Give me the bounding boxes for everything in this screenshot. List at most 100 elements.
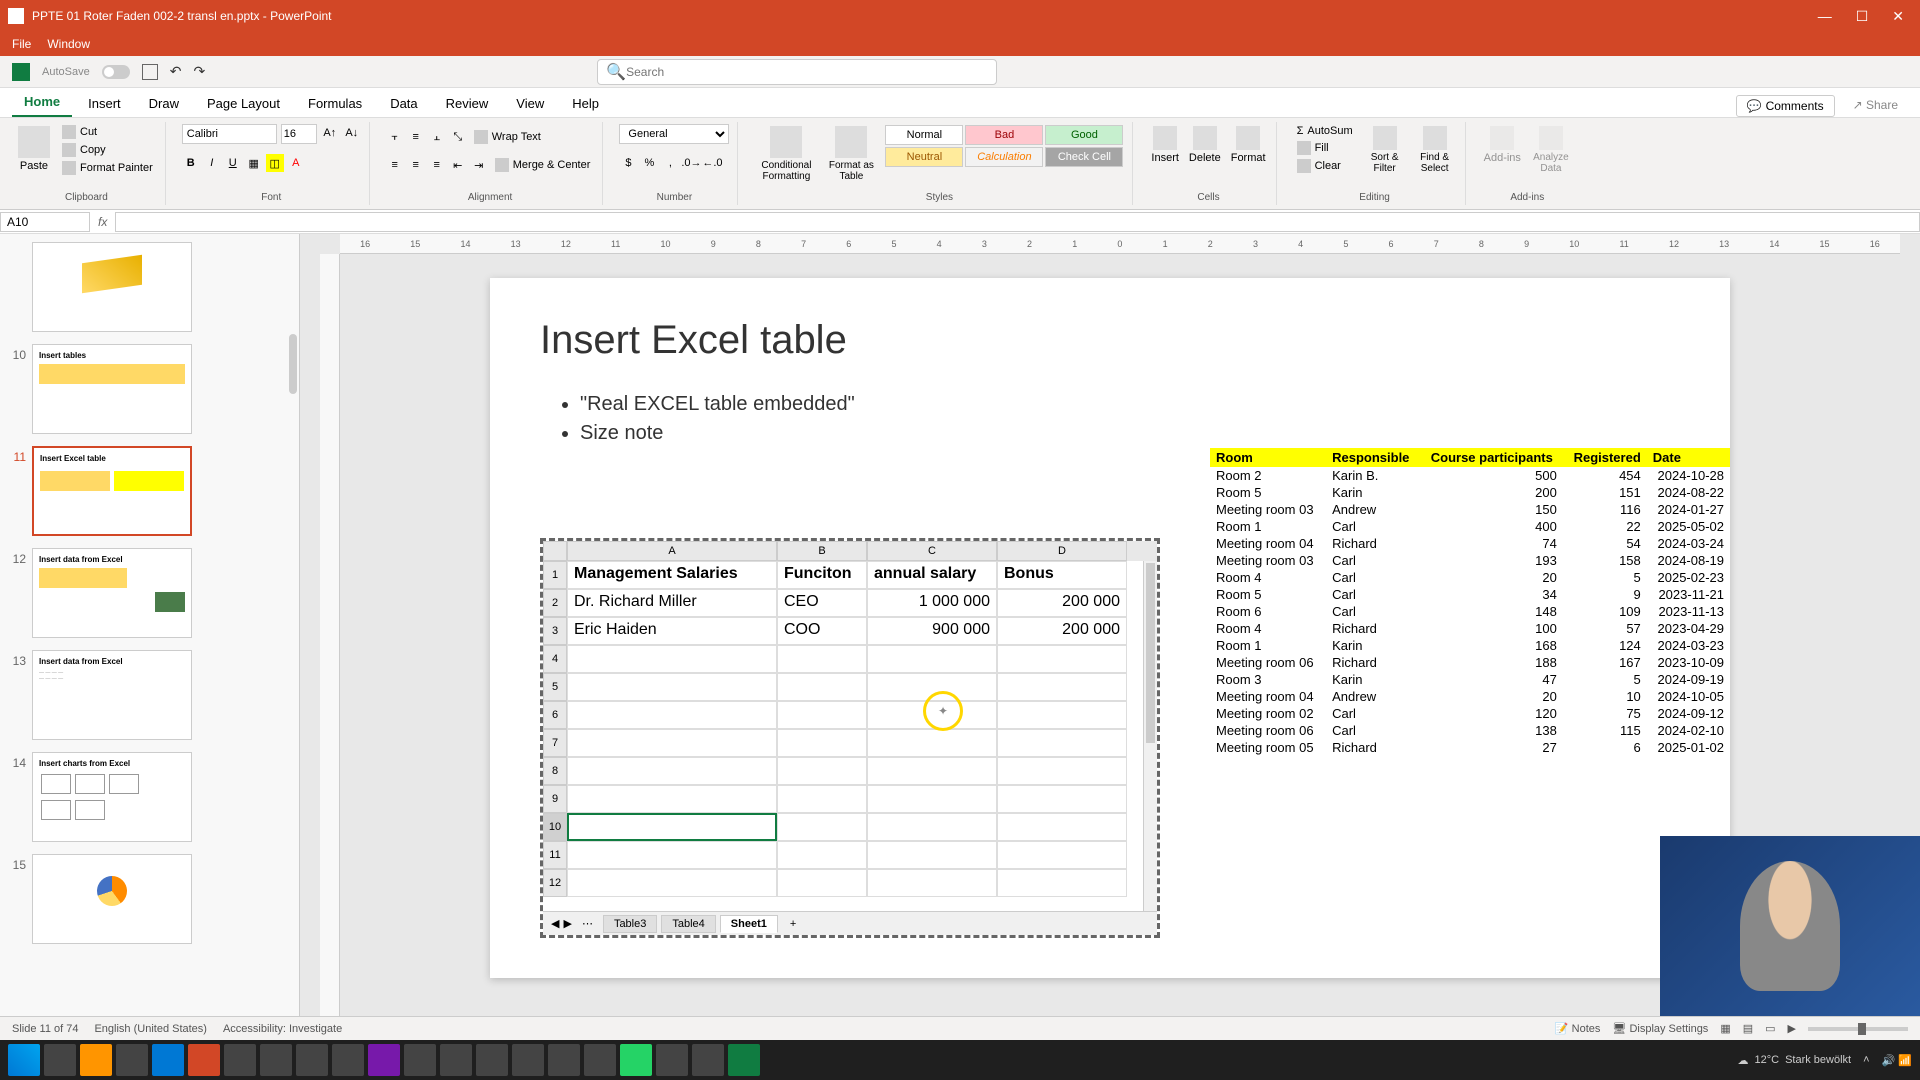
taskbar-app-icon[interactable]: [476, 1044, 508, 1076]
slide-canvas[interactable]: Insert Excel table "Real EXCEL table emb…: [490, 278, 1730, 978]
taskbar-app-icon[interactable]: [296, 1044, 328, 1076]
zoom-slider[interactable]: [1808, 1027, 1908, 1031]
align-top-button[interactable]: ⫟: [386, 128, 404, 146]
slide-thumbnail[interactable]: [32, 242, 192, 332]
style-normal[interactable]: Normal: [885, 125, 963, 145]
decrease-font-button[interactable]: A↓: [343, 124, 361, 142]
tab-page-layout[interactable]: Page Layout: [195, 90, 292, 117]
table-cell[interactable]: COO: [777, 617, 867, 645]
menu-window[interactable]: Window: [47, 37, 90, 51]
bold-button[interactable]: B: [182, 154, 200, 172]
tab-home[interactable]: Home: [12, 88, 72, 117]
clear-button[interactable]: Clear: [1293, 158, 1357, 174]
comments-button[interactable]: 💬 Comments: [1736, 95, 1835, 117]
taskbar-firefox-icon[interactable]: [80, 1044, 112, 1076]
table-cell[interactable]: Funciton: [777, 561, 867, 589]
comma-button[interactable]: ,: [661, 154, 679, 172]
thumbnails-scrollbar[interactable]: [289, 334, 297, 394]
sheet-tab-table3[interactable]: Table3: [603, 915, 657, 933]
col-header-c[interactable]: C: [867, 541, 997, 561]
col-header-a[interactable]: A: [567, 541, 777, 561]
embedded-excel-object[interactable]: A B C D 1 Management Salaries Funciton a…: [540, 538, 1160, 938]
row-header[interactable]: 1: [543, 561, 567, 589]
table-cell[interactable]: Dr. Richard Miller: [567, 589, 777, 617]
increase-font-button[interactable]: A↑: [321, 124, 339, 142]
font-color-button[interactable]: A: [287, 154, 305, 172]
increase-decimal-button[interactable]: .0→: [682, 154, 700, 172]
sheet-tab-table4[interactable]: Table4: [661, 915, 715, 933]
format-painter-button[interactable]: Format Painter: [58, 160, 157, 176]
search-box[interactable]: 🔍: [597, 59, 997, 85]
taskbar-powerpoint-icon[interactable]: [188, 1044, 220, 1076]
percent-button[interactable]: %: [640, 154, 658, 172]
view-slideshow-button[interactable]: ▶: [1788, 1022, 1796, 1035]
row-header[interactable]: 10: [543, 813, 567, 841]
decrease-decimal-button[interactable]: ←.0: [703, 154, 721, 172]
slide-thumbnail-10[interactable]: Insert tables: [32, 344, 192, 434]
find-select-button[interactable]: Find & Select: [1413, 124, 1457, 176]
italic-button[interactable]: I: [203, 154, 221, 172]
accessibility-status[interactable]: Accessibility: Investigate: [223, 1023, 342, 1035]
slide-thumbnail-12[interactable]: Insert data from Excel: [32, 548, 192, 638]
tab-data[interactable]: Data: [378, 90, 429, 117]
underline-button[interactable]: U: [224, 154, 242, 172]
row-header[interactable]: 9: [543, 785, 567, 813]
view-sorter-button[interactable]: ▤: [1743, 1022, 1753, 1035]
taskbar-app-icon[interactable]: [584, 1044, 616, 1076]
start-button[interactable]: [8, 1044, 40, 1076]
increase-indent-button[interactable]: ⇥: [470, 156, 488, 174]
sheet-nav-next[interactable]: ▶: [563, 917, 571, 930]
row-header[interactable]: 7: [543, 729, 567, 757]
taskbar-app-icon[interactable]: [548, 1044, 580, 1076]
active-cell[interactable]: [567, 813, 777, 841]
sheet-nav-prev[interactable]: ◀: [551, 917, 559, 930]
row-header[interactable]: 4: [543, 645, 567, 673]
autosave-toggle[interactable]: [102, 65, 130, 79]
table-cell[interactable]: annual salary: [867, 561, 997, 589]
weather-widget[interactable]: ☁ 12°C Stark bewölkt: [1738, 1054, 1852, 1067]
paste-button[interactable]: Paste: [16, 124, 52, 174]
slide-thumbnail-13[interactable]: Insert data from Excel— — — —— — — —: [32, 650, 192, 740]
taskbar-excel-icon[interactable]: [728, 1044, 760, 1076]
style-calculation[interactable]: Calculation: [965, 147, 1043, 167]
col-header-d[interactable]: D: [997, 541, 1127, 561]
align-right-button[interactable]: ≡: [428, 156, 446, 174]
table-cell[interactable]: Management Salaries: [567, 561, 777, 589]
undo-button[interactable]: ↶: [170, 63, 182, 80]
taskbar-explorer-icon[interactable]: [44, 1044, 76, 1076]
tab-help[interactable]: Help: [560, 90, 611, 117]
save-button[interactable]: [142, 64, 158, 80]
minimize-button[interactable]: —: [1818, 8, 1832, 25]
style-neutral[interactable]: Neutral: [885, 147, 963, 167]
currency-button[interactable]: $: [619, 154, 637, 172]
cut-button[interactable]: Cut: [58, 124, 157, 140]
style-good[interactable]: Good: [1045, 125, 1123, 145]
format-cells-button[interactable]: Format: [1229, 124, 1268, 166]
view-reading-button[interactable]: ▭: [1765, 1022, 1775, 1035]
close-button[interactable]: ✕: [1892, 8, 1904, 25]
row-header[interactable]: 3: [543, 617, 567, 645]
slide-thumbnails-panel[interactable]: 10Insert tables 11Insert Excel table 12I…: [0, 234, 300, 1016]
tray-icons[interactable]: 🔊 📶: [1882, 1054, 1912, 1067]
col-header-b[interactable]: B: [777, 541, 867, 561]
align-bottom-button[interactable]: ⫠: [428, 128, 446, 146]
tab-insert[interactable]: Insert: [76, 90, 133, 117]
fill-color-button[interactable]: ◫: [266, 154, 284, 172]
view-normal-button[interactable]: ▦: [1720, 1022, 1730, 1035]
share-button[interactable]: ↗ Share: [1843, 95, 1908, 117]
tab-draw[interactable]: Draw: [137, 90, 191, 117]
tab-formulas[interactable]: Formulas: [296, 90, 374, 117]
taskbar-app-icon[interactable]: [440, 1044, 472, 1076]
fill-button[interactable]: Fill: [1293, 140, 1357, 156]
decrease-indent-button[interactable]: ⇤: [449, 156, 467, 174]
row-header[interactable]: 12: [543, 869, 567, 897]
copy-button[interactable]: Copy: [58, 142, 157, 158]
taskbar-app-icon[interactable]: [512, 1044, 544, 1076]
table-cell[interactable]: 1 000 000: [867, 589, 997, 617]
taskbar-app-icon[interactable]: [260, 1044, 292, 1076]
menu-file[interactable]: File: [12, 37, 31, 51]
taskbar-app-icon[interactable]: [404, 1044, 436, 1076]
table-cell[interactable]: Bonus: [997, 561, 1127, 589]
display-settings-button[interactable]: 🖥 Display Settings: [1612, 1022, 1708, 1035]
insert-cells-button[interactable]: Insert: [1149, 124, 1181, 166]
